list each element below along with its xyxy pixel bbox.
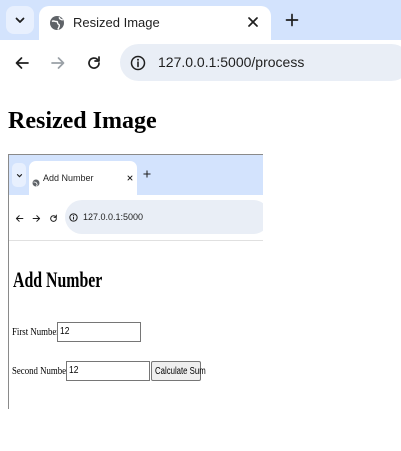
back-arrow-icon[interactable] [12,53,32,73]
tab-title: Resized Image [73,15,160,30]
page-title: Resized Image [8,108,157,134]
resized-image: Add Number 127.0.0.1:5000 Add Number Fir… [8,154,263,409]
tab-search-chevron-down-icon[interactable] [6,6,34,34]
first-number-field: 12 [57,322,141,342]
image-back-arrow-icon [14,213,24,223]
image-tab-title: Add Number [43,173,94,183]
new-tab-plus-icon[interactable] [282,10,302,30]
image-page-title: Add Number [13,267,103,292]
first-number-label: First Number: [12,326,62,338]
active-tab[interactable]: Resized Image [39,6,271,40]
browser-tab-strip: Resized Image [0,0,401,40]
url-text: 127.0.0.1:5000/process [158,54,305,70]
calculate-sum-button: Calculate Sum [151,361,206,381]
second-number-label: Second Number: [12,365,72,377]
image-reload-icon [48,213,58,223]
first-number-value: 12 [60,326,70,337]
calculate-sum-label: Calculate Sum [155,366,206,377]
image-plus-icon [143,169,151,179]
image-close-icon [126,173,134,183]
info-icon[interactable] [127,52,149,74]
close-icon[interactable] [245,14,261,30]
image-tab: Add Number [29,161,137,195]
image-info-icon [68,212,78,222]
image-chevron-down-icon [12,163,26,187]
globe-icon [49,15,65,31]
image-forward-arrow-icon [31,213,41,223]
image-globe-icon [32,174,40,187]
second-number-field: 12 [66,361,150,381]
browser-toolbar: 127.0.0.1:5000/process [0,40,401,86]
second-number-value: 12 [69,365,79,376]
image-tab-strip: Add Number [9,155,263,195]
image-toolbar: 127.0.0.1:5000 [9,195,263,241]
forward-arrow-icon[interactable] [48,53,68,73]
reload-icon[interactable] [84,53,104,73]
image-url-text: 127.0.0.1:5000 [83,212,144,222]
address-bar[interactable]: 127.0.0.1:5000/process [120,44,401,81]
image-address-bar: 127.0.0.1:5000 [65,200,263,234]
